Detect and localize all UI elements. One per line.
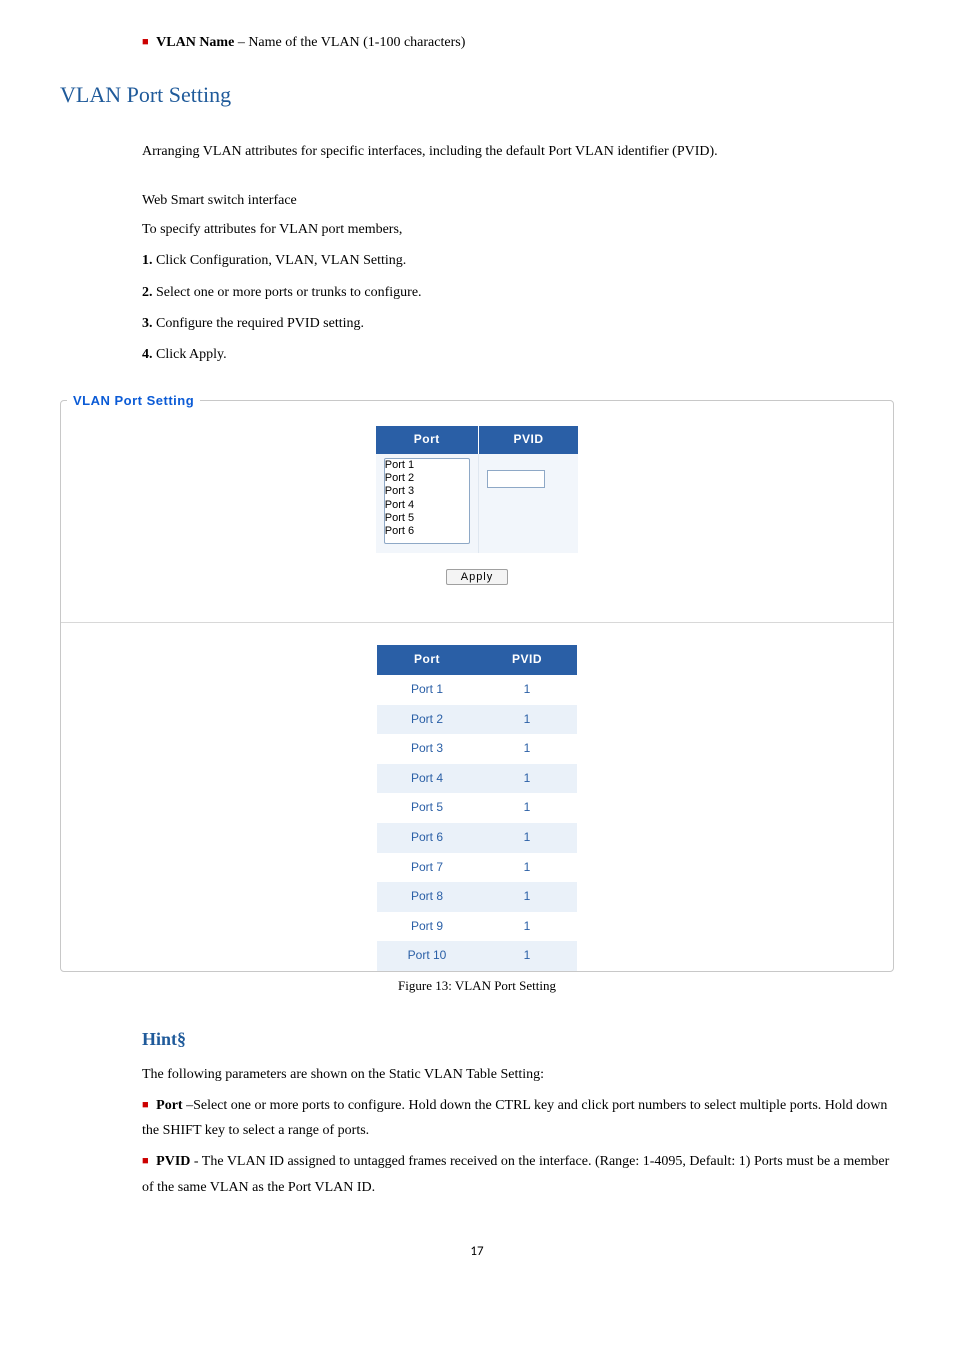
port-select-cell: Port 1 Port 2 Port 3 Port 4 Port 5 Port …	[376, 454, 479, 553]
col-header-pvid: PVID	[478, 426, 578, 454]
step-text: Configure the required PVID setting.	[153, 316, 365, 331]
table-row: Port 41	[377, 764, 577, 794]
cell-pvid: 1	[477, 853, 577, 883]
square-bullet-icon: ■	[142, 1099, 149, 1111]
cell-port: Port 1	[377, 675, 477, 705]
table-row: Port 101	[377, 941, 577, 971]
table-row: Port 81	[377, 882, 577, 912]
page-number: 17	[60, 1240, 894, 1263]
port-option[interactable]: Port 1	[385, 459, 469, 472]
cell-port: Port 9	[377, 912, 477, 942]
table-row: Port 31	[377, 734, 577, 764]
hint-intro: The following parameters are shown on th…	[142, 1062, 894, 1087]
panel-divider	[61, 622, 893, 623]
square-bullet-icon: ■	[142, 1155, 149, 1167]
step-text: Click Apply.	[153, 347, 227, 362]
apply-button[interactable]: Apply	[446, 569, 509, 585]
step-4: 4. Click Apply.	[142, 342, 894, 367]
step-2: 2. Select one or more ports or trunks to…	[142, 280, 894, 305]
cell-port: Port 7	[377, 853, 477, 883]
pvid-input[interactable]	[487, 470, 545, 488]
pvid-input-cell	[478, 454, 578, 553]
col-header-port: Port	[376, 426, 479, 454]
hint-desc: –Select one or more ports to configure. …	[142, 1098, 887, 1138]
square-bullet-icon: ■	[142, 36, 149, 48]
cell-pvid: 1	[477, 912, 577, 942]
cell-port: Port 4	[377, 764, 477, 794]
status-table: Port PVID Port 11 Port 21 Port 31 Port 4…	[377, 645, 577, 971]
status-col-port: Port	[377, 645, 477, 675]
cell-pvid: 1	[477, 793, 577, 823]
port-select[interactable]: Port 1 Port 2 Port 3 Port 4 Port 5 Port …	[384, 458, 470, 544]
hint-item-pvid: ■ PVID - The VLAN ID assigned to untagge…	[142, 1149, 894, 1199]
cell-port: Port 2	[377, 705, 477, 735]
hint-heading: Hint§	[142, 1023, 894, 1055]
cell-port: Port 10	[377, 941, 477, 971]
cell-pvid: 1	[477, 941, 577, 971]
cell-pvid: 1	[477, 823, 577, 853]
port-option[interactable]: Port 6	[385, 525, 469, 538]
cell-port: Port 5	[377, 793, 477, 823]
port-option[interactable]: Port 5	[385, 512, 469, 525]
section-title: VLAN Port Setting	[60, 75, 894, 115]
step-3: 3. Configure the required PVID setting.	[142, 311, 894, 336]
vlan-port-setting-panel: VLAN Port Setting Port PVID Port 1 Port …	[60, 389, 894, 972]
intro-paragraph: Arranging VLAN attributes for specific i…	[142, 139, 894, 164]
table-row: Port 21	[377, 705, 577, 735]
cell-pvid: 1	[477, 705, 577, 735]
hint-item-port: ■ Port –Select one or more ports to conf…	[142, 1093, 894, 1143]
bullet-desc: – Name of the VLAN (1-100 characters)	[234, 35, 465, 50]
table-row: Port 71	[377, 853, 577, 883]
status-col-pvid: PVID	[477, 645, 577, 675]
panel-legend: VLAN Port Setting	[67, 389, 200, 412]
cell-port: Port 3	[377, 734, 477, 764]
cell-port: Port 6	[377, 823, 477, 853]
form-area: Port PVID Port 1 Port 2 Port 3 Port 4 Po…	[61, 412, 893, 606]
specify-attr-label: To specify attributes for VLAN port memb…	[142, 217, 894, 242]
web-smart-label: Web Smart switch interface	[142, 188, 894, 213]
port-form-table: Port PVID Port 1 Port 2 Port 3 Port 4 Po…	[376, 426, 579, 553]
port-option[interactable]: Port 3	[385, 485, 469, 498]
port-option[interactable]: Port 2	[385, 472, 469, 485]
bullet-vlan-name: ■ VLAN Name – Name of the VLAN (1-100 ch…	[142, 30, 894, 55]
step-num: 1.	[142, 253, 153, 268]
cell-pvid: 1	[477, 882, 577, 912]
status-table-body: Port 11 Port 21 Port 31 Port 41 Port 51 …	[377, 675, 577, 971]
step-num: 4.	[142, 347, 153, 362]
hint-desc: - The VLAN ID assigned to untagged frame…	[142, 1154, 889, 1194]
step-text: Click Configuration, VLAN, VLAN Setting.	[153, 253, 407, 268]
port-option[interactable]: Port 4	[385, 499, 469, 512]
cell-port: Port 8	[377, 882, 477, 912]
table-row: Port 61	[377, 823, 577, 853]
cell-pvid: 1	[477, 734, 577, 764]
figure-caption: Figure 13: VLAN Port Setting	[60, 974, 894, 997]
cell-pvid: 1	[477, 764, 577, 794]
table-row: Port 51	[377, 793, 577, 823]
bullet-label: VLAN Name	[156, 35, 234, 50]
step-text: Select one or more ports or trunks to co…	[153, 285, 422, 300]
cell-pvid: 1	[477, 675, 577, 705]
table-row: Port 11	[377, 675, 577, 705]
step-num: 2.	[142, 285, 153, 300]
hint-label: PVID	[156, 1154, 190, 1169]
hint-label: Port	[156, 1098, 182, 1113]
step-1: 1. Click Configuration, VLAN, VLAN Setti…	[142, 248, 894, 273]
table-row: Port 91	[377, 912, 577, 942]
step-num: 3.	[142, 316, 153, 331]
